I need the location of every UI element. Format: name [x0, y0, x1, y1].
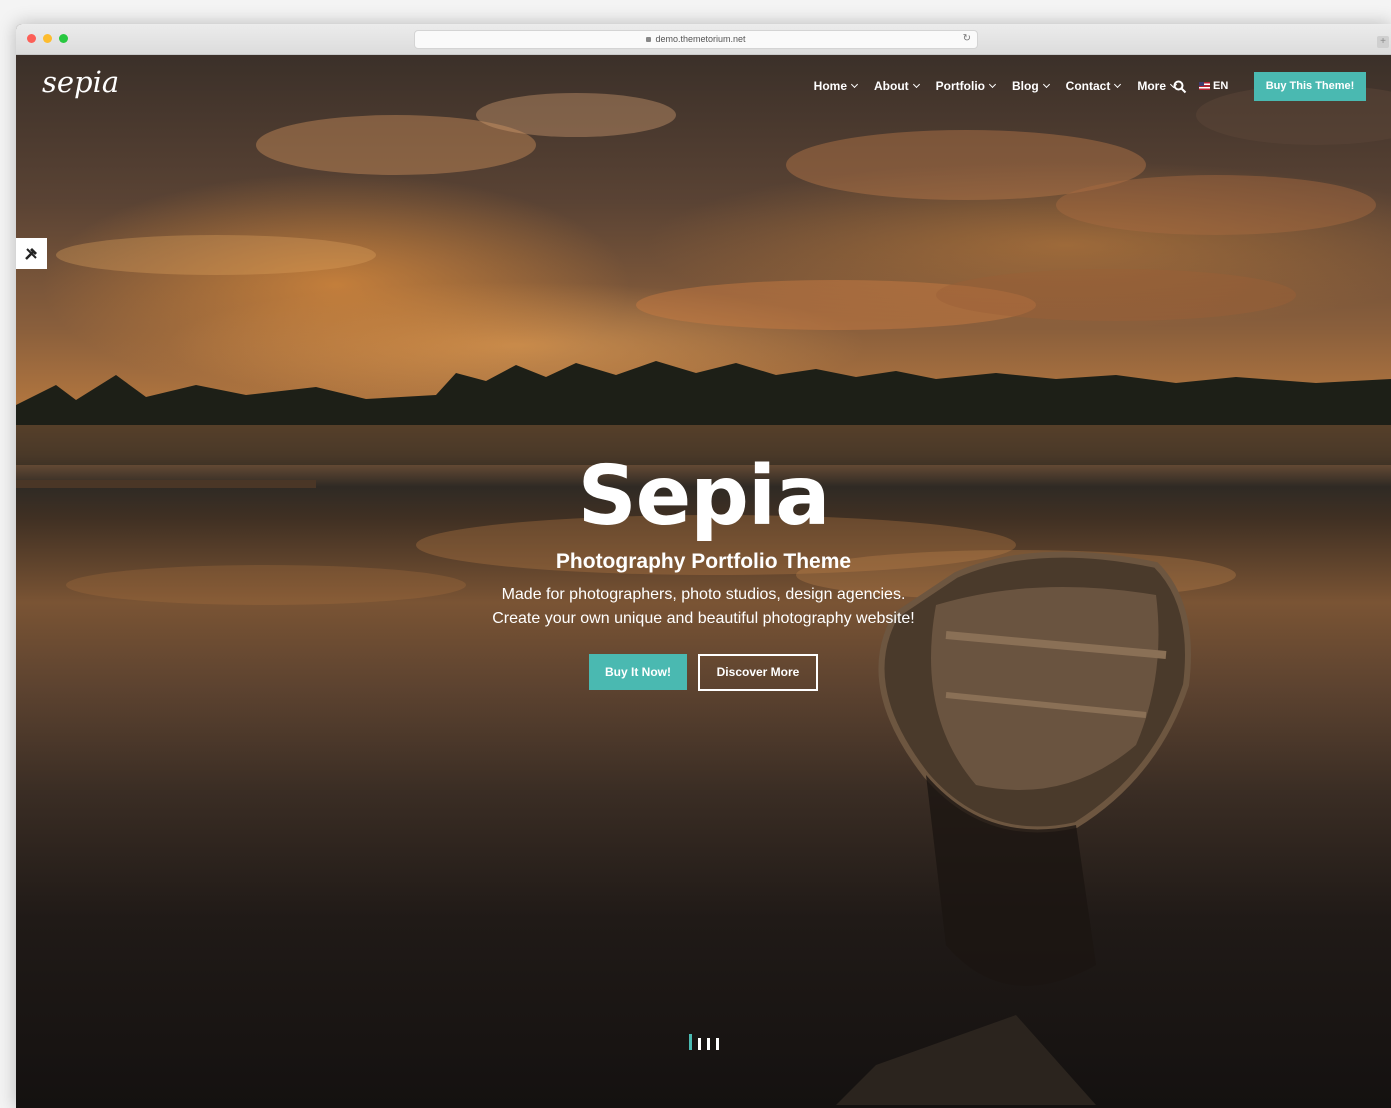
browser-titlebar: demo.themetorium.net ↻ +	[16, 24, 1391, 55]
nav-contact[interactable]: Contact	[1065, 79, 1122, 93]
nav-more[interactable]: More	[1137, 79, 1178, 93]
buy-theme-button[interactable]: Buy This Theme!	[1254, 72, 1366, 101]
chevron-down-icon	[912, 80, 920, 89]
url-text: demo.themetorium.net	[655, 34, 746, 44]
hero-subtitle: Photography Portfolio Theme	[555, 550, 852, 573]
nav-blog-label: Blog	[1011, 79, 1039, 93]
hero-description-line-1: Made for photographers, photo studios, d…	[501, 586, 906, 603]
nav-blog[interactable]: Blog	[1011, 79, 1050, 93]
address-bar[interactable]: demo.themetorium.net ↻	[414, 30, 978, 49]
slide-indicator-4[interactable]	[716, 1038, 719, 1050]
slide-indicator-3[interactable]	[707, 1038, 710, 1050]
hero-buttons: Buy It Now! Discover More	[16, 654, 1391, 691]
discover-more-button[interactable]: Discover More	[698, 654, 818, 691]
lock-icon	[646, 37, 652, 42]
close-window-button[interactable]	[27, 34, 36, 43]
tools-icon	[25, 248, 37, 260]
chevron-down-icon	[1042, 80, 1050, 89]
nav-home-label: Home	[813, 79, 847, 93]
us-flag-icon	[1199, 82, 1210, 90]
site-logo[interactable]: sepia	[42, 65, 119, 99]
slide-indicator-2[interactable]	[698, 1038, 701, 1050]
nav-more-label: More	[1137, 79, 1166, 93]
minimize-window-button[interactable]	[43, 34, 52, 43]
chevron-down-icon	[1114, 80, 1122, 89]
browser-window: demo.themetorium.net ↻ + sepia Home Abou…	[16, 24, 1391, 1108]
nav-portfolio[interactable]: Portfolio	[935, 79, 997, 93]
hero-title: Sepia	[577, 449, 831, 544]
nav-portfolio-label: Portfolio	[935, 79, 985, 93]
language-label: EN	[1213, 80, 1229, 92]
buy-now-button[interactable]: Buy It Now!	[589, 654, 687, 690]
hero-description-line-2: Create your own unique and beautiful pho…	[492, 610, 915, 627]
hero-content: Sepia Photography Portfolio Theme Made f…	[16, 447, 1391, 691]
chevron-down-icon	[850, 80, 859, 89]
forest-treeline	[16, 361, 1391, 425]
chevron-down-icon	[988, 80, 997, 89]
search-icon[interactable]	[1173, 80, 1187, 94]
main-nav: Home About Portfolio Blog Contact More	[797, 79, 1178, 93]
hero-description: Made for photographers, photo studios, d…	[16, 583, 1391, 631]
maximize-window-button[interactable]	[59, 34, 68, 43]
customizer-toggle[interactable]	[16, 238, 47, 269]
hero-section: sepia Home About Portfolio Blog Contact …	[16, 55, 1391, 1108]
new-tab-icon[interactable]: +	[1377, 36, 1389, 48]
nav-contact-label: Contact	[1065, 79, 1111, 93]
reload-icon[interactable]: ↻	[963, 33, 971, 44]
nav-about[interactable]: About	[874, 79, 920, 93]
slide-indicator-1[interactable]	[689, 1034, 692, 1050]
slider-pagination	[689, 1034, 725, 1050]
nav-about-label: About	[874, 79, 909, 93]
nav-home[interactable]: Home	[813, 79, 859, 93]
language-switcher[interactable]: EN	[1199, 80, 1228, 92]
